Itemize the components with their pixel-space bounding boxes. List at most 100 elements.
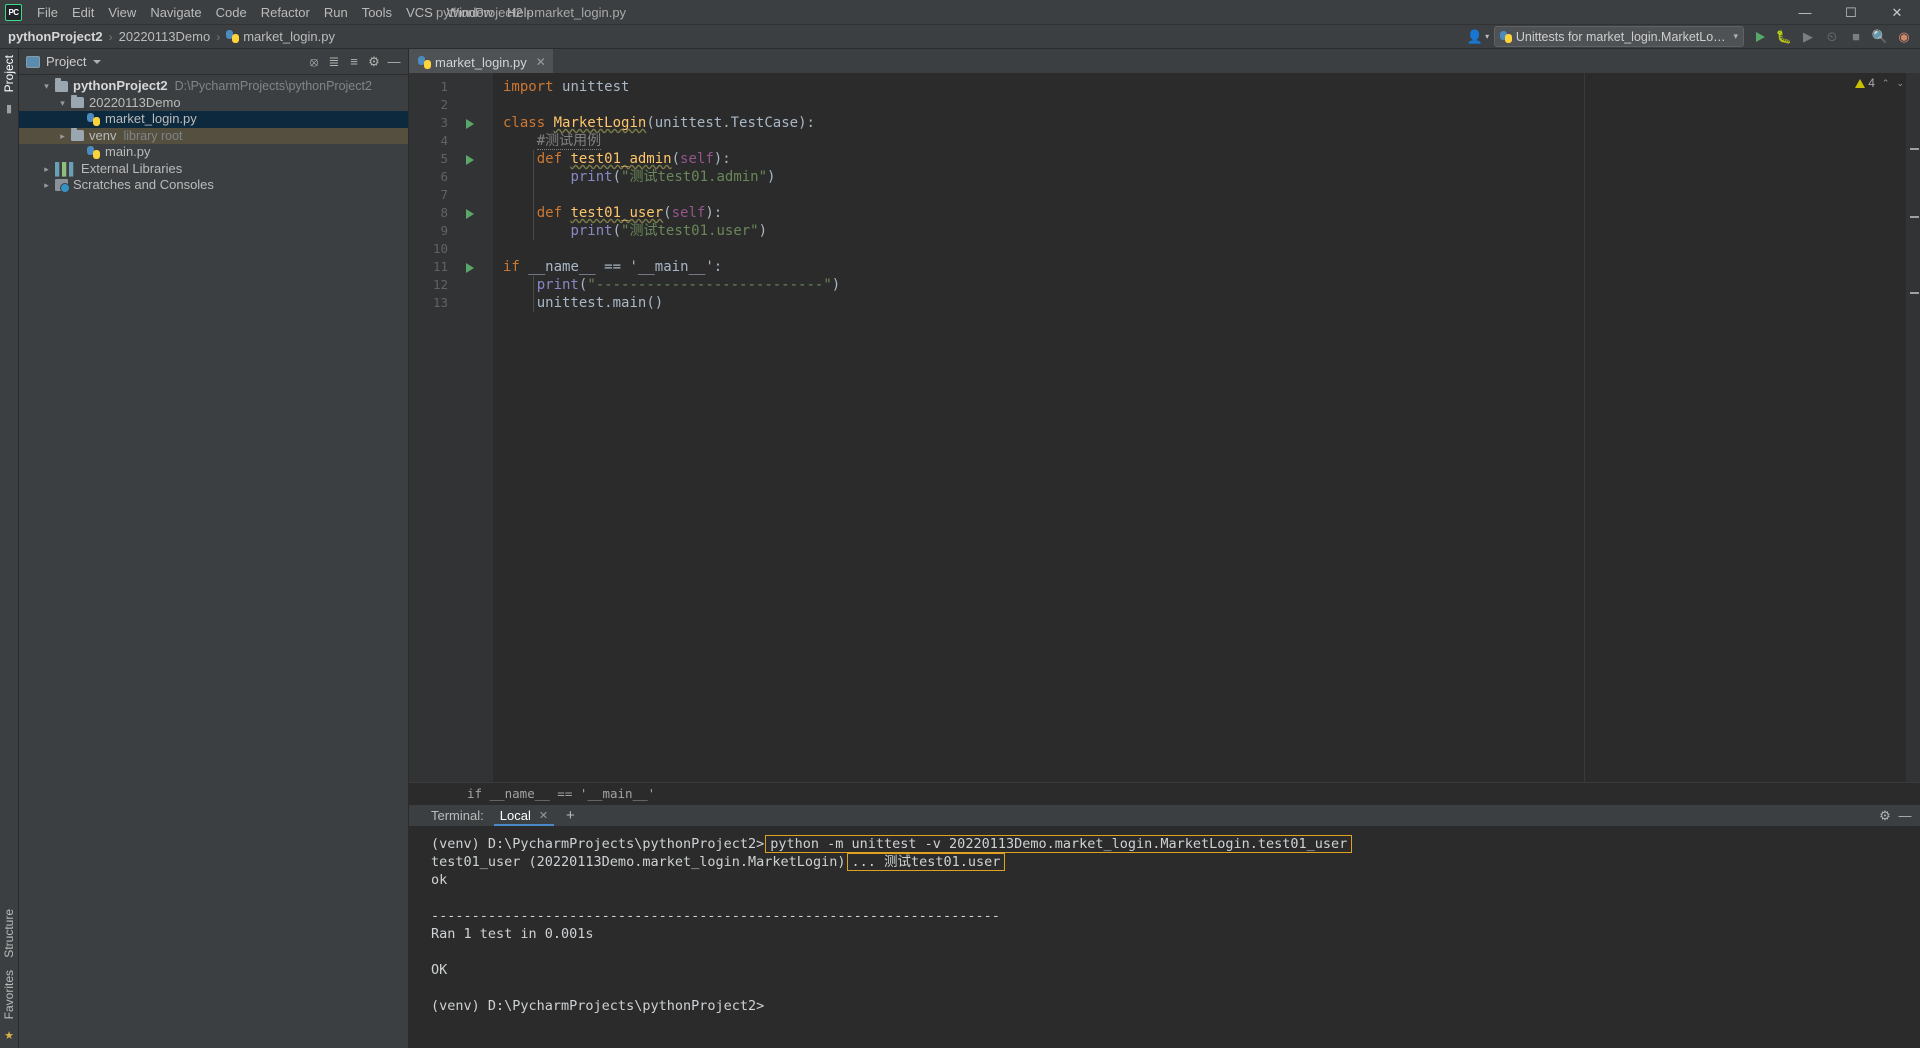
sidebar-item-project[interactable]: Project [0, 49, 18, 98]
gutter-marker-line-8[interactable]: − [457, 204, 504, 222]
chevron-down-icon[interactable]: ▾ [41, 78, 52, 95]
indent-guide [533, 150, 534, 240]
locate-file-icon[interactable]: ⦻ [304, 52, 324, 72]
menu-view[interactable]: View [101, 2, 143, 23]
window-title: pythonProject2 - market_login.py [436, 4, 627, 20]
folder-icon [71, 94, 84, 109]
chevron-down-icon: ▾ [1733, 31, 1738, 41]
terminal-highlight-box: ... 测试test01.user [846, 853, 1006, 871]
account-icon[interactable]: ◉ [1892, 26, 1916, 48]
editor-area[interactable]: 12345678910111213 − − − − import unittest c… [409, 73, 1920, 782]
code-content[interactable]: import unittest class MarketLogin(unitte… [493, 73, 1906, 782]
menu-edit[interactable]: Edit [65, 2, 101, 23]
close-tab-icon[interactable]: ✕ [536, 55, 546, 69]
terminal-label: Terminal: [431, 808, 484, 823]
chevron-right-icon[interactable]: ▸ [57, 128, 68, 145]
error-stripe-gutter[interactable] [1906, 73, 1920, 782]
sidebar-item-favorites[interactable]: Favorites [0, 964, 18, 1025]
minimize-icon[interactable]: — [1895, 806, 1915, 826]
run-gutter-icon[interactable] [466, 208, 474, 219]
chevron-down-icon[interactable]: ▾ [57, 95, 68, 112]
run-gutter-icon[interactable] [466, 118, 474, 129]
coverage-icon[interactable]: ▶ [1796, 26, 1820, 48]
warning-count: 4 [1868, 76, 1875, 90]
terminal-text: (venv) D:\PycharmProjects\pythonProject2… [431, 836, 765, 852]
terminal-line-1: test01_user (20220113Demo.market_login.M… [431, 853, 1920, 871]
menu-refactor[interactable]: Refactor [254, 2, 317, 23]
gutter-marker-line-6[interactable] [457, 168, 504, 186]
hide-panel-icon[interactable]: — [384, 52, 404, 72]
gutter-marker-line-3[interactable]: − [457, 114, 504, 132]
gutter-markers[interactable]: − − − − [457, 73, 520, 782]
gutter-marker-line-4 [457, 132, 493, 150]
profile-icon[interactable]: ⏲ [1820, 26, 1844, 48]
inspection-widget[interactable]: 4 ⌃ ⌄ [1855, 76, 1904, 90]
tree-item-venv[interactable]: ▸ venv library root [19, 127, 408, 145]
menu-tools[interactable]: Tools [355, 2, 399, 23]
tree-item-market-login-py[interactable]: market_login.py [19, 111, 408, 128]
scratches-icon [55, 179, 70, 194]
line-number: 6 [440, 169, 448, 184]
settings-gear-icon[interactable]: ⚙ [364, 52, 384, 72]
expand-all-icon[interactable]: ≣ [324, 52, 344, 72]
tree-item-scratches-and-consoles[interactable]: ▸ Scratches and Consoles [19, 177, 408, 194]
line-number: 10 [432, 241, 448, 256]
close-button[interactable]: ✕ [1874, 0, 1920, 25]
close-terminal-tab-icon[interactable]: ✕ [539, 809, 548, 822]
line-number-gutter: 1 2 3 4 5 6 7 8 9 10 11 12 13 [409, 73, 457, 782]
chevron-right-icon[interactable]: ▸ [41, 161, 52, 178]
tree-item-pythonproject2[interactable]: ▾ pythonProject2 D:\PycharmProjects\python… [19, 78, 408, 95]
run-configuration-selector[interactable]: Unittests for market_login.MarketLogin ▾ [1494, 26, 1744, 47]
breadcrumb-project[interactable]: pythonProject2 [8, 29, 103, 44]
gutter-marker-line-5[interactable]: − [457, 150, 504, 168]
editor-right-pane [1584, 73, 1906, 782]
search-icon[interactable]: 🔍 [1868, 26, 1892, 48]
tab-python-icon [418, 55, 431, 69]
collapse-all-icon[interactable]: ≡ [344, 52, 364, 72]
run-gutter-icon[interactable] [466, 262, 474, 273]
debug-icon[interactable]: 🐛 [1772, 26, 1796, 48]
terminal-line-8 [431, 979, 1920, 997]
chevron-right-icon[interactable]: ▸ [41, 177, 52, 194]
menu-vcs[interactable]: VCS [399, 2, 440, 23]
line-number: 3 [440, 115, 448, 130]
maximize-button[interactable]: ☐ [1828, 0, 1874, 25]
breadcrumb-folder[interactable]: 20220113Demo [119, 29, 211, 44]
minimize-button[interactable]: — [1782, 0, 1828, 25]
breadcrumb-file[interactable]: market_login.py [243, 29, 335, 44]
menu-file[interactable]: File [30, 2, 65, 23]
chevron-down-icon[interactable] [93, 59, 102, 64]
tree-item-external-libraries[interactable]: ▸ ▌ ▌ ▌ External Libraries [19, 161, 408, 178]
editor-column: market_login.py ✕ 12345678910111213 −−−−… [409, 49, 1920, 1048]
terminal-text: Ran 1 test in 0.001s [431, 926, 594, 942]
gutter-marker-line-12 [457, 276, 493, 294]
gutter-marker-line-2 [457, 96, 493, 114]
stop-icon[interactable]: ■ [1844, 26, 1868, 48]
chevron-up-icon[interactable]: ⌃ [1882, 78, 1890, 89]
tree-item-20220113demo[interactable]: ▾ 20220113Demo [19, 95, 408, 112]
gutter-marker-line-9[interactable] [457, 222, 504, 240]
chevron-down-icon[interactable]: ⌄ [1896, 78, 1904, 89]
bookmarks-icon[interactable]: ▮ [6, 102, 12, 115]
pycharm-logo-icon: PC [5, 3, 22, 21]
menu-code[interactable]: Code [209, 2, 254, 23]
sidebar-item-structure[interactable]: Structure [0, 903, 18, 964]
editor-tab-market-login[interactable]: market_login.py ✕ [409, 49, 553, 73]
left-tool-strip: Project ▮ Structure Favorites ★ [0, 49, 19, 1048]
terminal-line-6 [431, 943, 1920, 961]
terminal-header: Terminal: Local ✕ + ⚙ — [409, 804, 1920, 827]
user-icon[interactable]: 👤 ▾ [1466, 26, 1490, 48]
run-icon[interactable] [1748, 26, 1772, 48]
line-number: 13 [432, 295, 448, 310]
menu-navigate[interactable]: Navigate [143, 2, 208, 23]
tree-item-main-py[interactable]: main.py [19, 144, 408, 161]
menu-run[interactable]: Run [317, 2, 355, 23]
terminal-output[interactable]: (venv) D:\PycharmProjects\pythonProject2… [409, 827, 1920, 1048]
new-terminal-tab-icon[interactable]: + [566, 807, 575, 824]
settings-gear-icon[interactable]: ⚙ [1875, 806, 1895, 826]
project-tree[interactable]: ▾ pythonProject2 D:\PycharmProjects\python… [19, 75, 408, 1048]
terminal-tab-local[interactable]: Local ✕ [493, 806, 555, 826]
gutter-marker-line-11[interactable]: − [457, 258, 504, 276]
run-gutter-icon[interactable] [466, 154, 474, 165]
gutter-marker-line-13[interactable] [457, 294, 504, 312]
